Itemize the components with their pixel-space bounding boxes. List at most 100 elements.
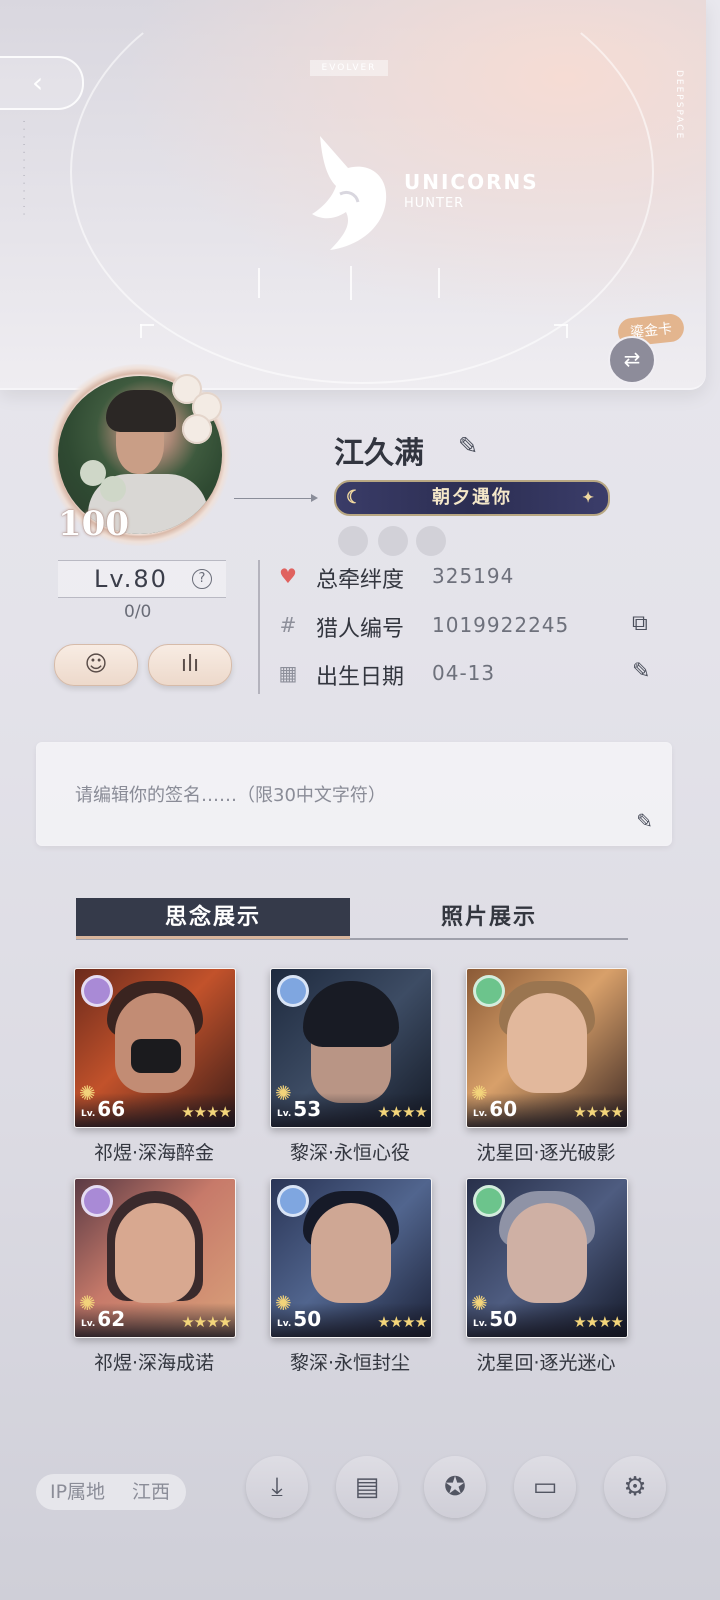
ip-value: 江西 bbox=[132, 1481, 171, 1503]
player-name: 江久满 bbox=[334, 436, 424, 471]
edit-icon[interactable]: ✎ bbox=[632, 659, 650, 684]
stat-label: 猎人编号 bbox=[316, 617, 405, 642]
voice-button[interactable]: ılı bbox=[148, 644, 232, 686]
portrait-outline-icon: ☺ bbox=[84, 652, 108, 677]
sparkle-icon: ✦ bbox=[582, 490, 596, 506]
signature-placeholder: 请编辑你的签名……（限30中文字符） bbox=[75, 785, 386, 806]
billboard-icon: ▤ bbox=[354, 1472, 380, 1502]
title-connector-line bbox=[234, 494, 318, 502]
card-name: 沈星回·逐光破影 bbox=[476, 1142, 616, 1164]
level-box: Lv.80 ? bbox=[58, 560, 226, 598]
card-level: 50 bbox=[489, 1307, 518, 1331]
edit-icon[interactable]: ✎ bbox=[636, 809, 653, 833]
stat-value: 1019922245 bbox=[432, 613, 570, 637]
heart-icon: ♥ bbox=[279, 564, 297, 588]
signature-box[interactable]: 请编辑你的签名……（限30中文字符） ✎ bbox=[36, 742, 672, 846]
star-rating: ★★★★ bbox=[377, 1103, 428, 1121]
title-badge[interactable]: ☾ 朝夕遇你 ✦ bbox=[334, 480, 610, 516]
card-level: 62 bbox=[97, 1307, 126, 1331]
memory-card[interactable]: ✺ Lv. 60 ★★★★ bbox=[466, 968, 628, 1128]
frame-corner bbox=[554, 324, 568, 326]
logo-subtitle: HUNTER bbox=[404, 196, 465, 211]
card-level: 53 bbox=[293, 1097, 322, 1121]
unicorn-head-icon bbox=[312, 136, 387, 250]
rarity-icon bbox=[277, 1185, 309, 1217]
stat-label: 总牵绊度 bbox=[316, 568, 405, 593]
stat-value: 325194 bbox=[432, 564, 515, 588]
back-chevron-icon: ‹ bbox=[32, 66, 44, 99]
unicorns-hunter-logo: UNICORNS HUNTER bbox=[300, 128, 560, 258]
card-name: 黎深·永恒心役 bbox=[289, 1142, 411, 1164]
frame-corner bbox=[140, 324, 142, 338]
star-rating: ★★★★ bbox=[181, 1313, 232, 1331]
card-name: 沈星回·逐光迷心 bbox=[476, 1352, 616, 1374]
tab-photos[interactable]: 照片展示 bbox=[350, 898, 628, 936]
back-button[interactable]: ‹ bbox=[0, 56, 84, 110]
medal-slot[interactable] bbox=[416, 526, 446, 556]
edit-name-icon[interactable]: ✎ bbox=[458, 432, 478, 460]
evolver-label: EVOLVER bbox=[310, 60, 388, 76]
ip-label: IP属地 bbox=[50, 1481, 106, 1503]
tab-memories[interactable]: 思念展示 bbox=[76, 898, 350, 939]
crescent-moon-icon: ☾ bbox=[346, 487, 365, 508]
stat-value: 04-13 bbox=[432, 661, 496, 685]
settings-button[interactable]: ⚙ bbox=[604, 1456, 666, 1518]
briefcase-button[interactable]: ▭ bbox=[514, 1456, 576, 1518]
download-icon: ⤓ bbox=[271, 1472, 283, 1502]
banner-tick bbox=[438, 268, 440, 298]
memory-card[interactable]: ✺ Lv. 50 ★★★★ bbox=[270, 1178, 432, 1338]
download-button[interactable]: ⤓ bbox=[246, 1456, 308, 1518]
badge-button[interactable]: ✪ bbox=[424, 1456, 486, 1518]
card-name: 祁煜·深海成诺 bbox=[93, 1352, 215, 1374]
badge-icon: ✪ bbox=[444, 1472, 466, 1502]
rarity-icon bbox=[81, 1185, 113, 1217]
memory-card[interactable]: ✺ Lv. 53 ★★★★ bbox=[270, 968, 432, 1128]
flower-decoration bbox=[100, 476, 126, 502]
settings-gear-icon: ⚙ bbox=[623, 1472, 647, 1502]
mask-decoration bbox=[131, 1039, 181, 1073]
cake-icon: ▦ bbox=[278, 661, 298, 685]
star-rating: ★★★★ bbox=[377, 1313, 428, 1331]
exp-progress-text: 0/0 bbox=[124, 602, 152, 622]
card-level: 50 bbox=[293, 1307, 322, 1331]
card-level: 66 bbox=[97, 1097, 126, 1121]
title-badge-text: 朝夕遇你 bbox=[432, 487, 512, 508]
frame-corner bbox=[140, 324, 154, 326]
memory-card[interactable]: ✺ Lv. 50 ★★★★ bbox=[466, 1178, 628, 1338]
star-rating: ★★★★ bbox=[573, 1313, 624, 1331]
rarity-icon bbox=[473, 975, 505, 1007]
billboard-button[interactable]: ▤ bbox=[336, 1456, 398, 1518]
medal-slot[interactable] bbox=[338, 526, 368, 556]
rarity-icon bbox=[473, 1185, 505, 1217]
level-text: Lv.80 bbox=[94, 565, 168, 593]
swap-card-button[interactable]: ⇄ bbox=[608, 336, 656, 384]
profile-banner: EVOLVER DEEPSPACE · · · · · · · · · · · … bbox=[0, 0, 706, 390]
avatar-style-button[interactable]: ☺ bbox=[54, 644, 138, 686]
banner-tick bbox=[258, 268, 260, 298]
hash-icon: # bbox=[279, 613, 297, 637]
rarity-icon bbox=[277, 975, 309, 1007]
star-rating: ★★★★ bbox=[573, 1103, 624, 1121]
ip-location-tag: IP属地 江西 bbox=[36, 1474, 186, 1510]
banner-tick bbox=[350, 266, 352, 300]
stats-divider bbox=[258, 560, 260, 694]
copy-icon[interactable]: ⧉ bbox=[632, 611, 648, 636]
frame-corner bbox=[566, 324, 568, 338]
intimacy-badge: 100 bbox=[58, 504, 129, 544]
logo-title: UNICORNS bbox=[404, 170, 539, 194]
rarity-icon bbox=[81, 975, 113, 1007]
briefcase-icon: ▭ bbox=[532, 1472, 558, 1502]
deepspace-label: DEEPSPACE bbox=[674, 70, 684, 141]
side-decorative-text: · · · · · · · · · · · · · bbox=[18, 120, 28, 217]
card-name: 祁煜·深海醉金 bbox=[93, 1142, 215, 1164]
showcase-tabs: 思念展示 照片展示 bbox=[76, 898, 628, 940]
card-name: 黎深·永恒封尘 bbox=[289, 1352, 411, 1374]
swap-arrows-icon: ⇄ bbox=[623, 347, 641, 371]
sound-wave-icon: ılı bbox=[180, 652, 200, 677]
help-icon[interactable]: ? bbox=[192, 569, 212, 589]
card-level: 60 bbox=[489, 1097, 518, 1121]
memory-card[interactable]: ✺ Lv. 62 ★★★★ bbox=[74, 1178, 236, 1338]
star-rating: ★★★★ bbox=[181, 1103, 232, 1121]
memory-card[interactable]: ✺ Lv. 66 ★★★★ bbox=[74, 968, 236, 1128]
medal-slot[interactable] bbox=[378, 526, 408, 556]
